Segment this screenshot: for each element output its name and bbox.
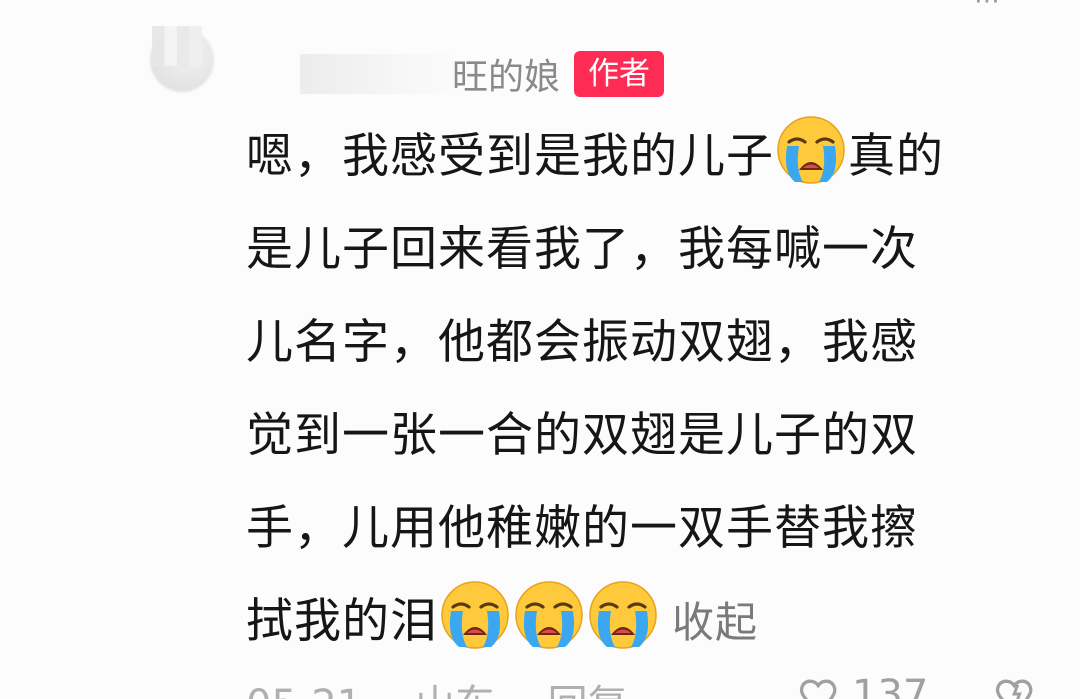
comment-line: 拭我的泪 收起: [246, 575, 1036, 668]
comment-date: 05-21: [246, 682, 362, 699]
comment-text: 拭我的泪: [246, 594, 438, 649]
comment-text: 是儿子回来看我了，我每喊一次: [246, 222, 918, 277]
comment-screenshot: ⋯ 旺的娘 作者 嗯，我感受到是我的儿子 真的是儿子回来看我了，我每喊一次 儿名字，…: [0, 0, 1080, 699]
like-count: 137: [852, 672, 929, 699]
author-badge: 作者: [574, 51, 665, 97]
comment-line: 儿名字，他都会振动双翅，我感: [246, 296, 1036, 389]
loudly-crying-face-icon: [777, 116, 845, 184]
username[interactable]: 旺的娘: [452, 48, 560, 100]
avatar-mosaic: [152, 26, 202, 66]
comment-line: 觉到一张一合的双翅是儿子的双: [246, 389, 1036, 482]
dislike-icon[interactable]: [994, 672, 1038, 699]
loudly-crying-face-icon: [589, 581, 657, 649]
comment-header: 旺的娘 作者: [300, 48, 665, 100]
collapse-button[interactable]: 收起: [672, 598, 758, 647]
loudly-crying-face-icon: [441, 581, 509, 649]
comment-location: 山东: [415, 682, 495, 699]
loudly-crying-face-icon: [515, 581, 583, 649]
comment-text: 手，儿用他稚嫩的一双手替我擦: [246, 501, 918, 556]
comment-line: 手，儿用他稚嫩的一双手替我擦: [246, 482, 1036, 575]
comment-line: 嗯，我感受到是我的儿子 真的: [246, 110, 1036, 203]
comment-body: 嗯，我感受到是我的儿子 真的是儿子回来看我了，我每喊一次 儿名字，他都会振动双翅，我…: [246, 110, 1036, 668]
comment-text: 儿名字，他都会振动双翅，我感: [246, 315, 918, 370]
comment-text: 真的: [848, 129, 944, 184]
username-redacted: [300, 54, 458, 94]
previous-comment-actions: ⋯: [974, 0, 1040, 16]
reply-button[interactable]: 回复: [548, 682, 628, 699]
comment-line: 是儿子回来看我了，我每喊一次: [246, 203, 1036, 296]
comment-meta: 05-21 山东 回复: [246, 672, 668, 699]
more-icon[interactable]: ⋯: [974, 0, 1040, 16]
comment-text: 觉到一张一合的双翅是儿子的双: [246, 408, 918, 463]
comment-reactions: 137: [798, 672, 1038, 699]
heart-icon[interactable]: [798, 672, 842, 699]
comment-text: 嗯，我感受到是我的儿子: [246, 129, 774, 184]
